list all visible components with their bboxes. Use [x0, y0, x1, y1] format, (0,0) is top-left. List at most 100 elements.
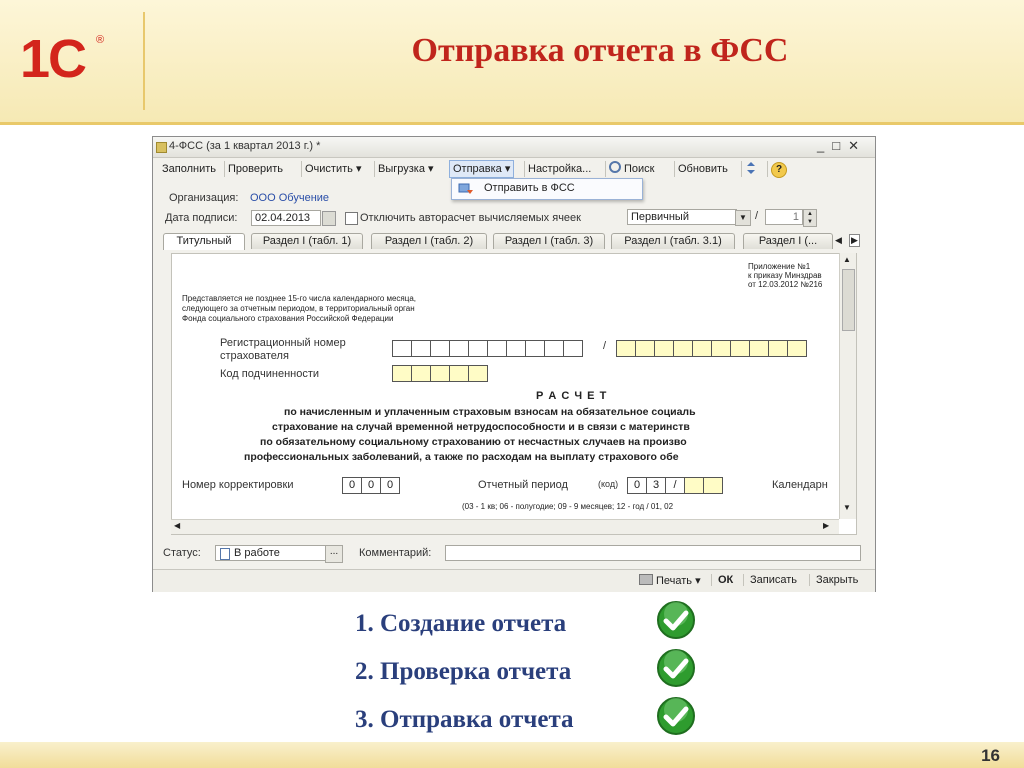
- slide-header: 1С ® Отправка отчета в ФСС: [0, 0, 1024, 125]
- tab-section1-t2[interactable]: Раздел I (табл. 2): [371, 233, 487, 249]
- maximize-button[interactable]: □: [832, 138, 848, 153]
- scroll-thumb[interactable]: [842, 269, 855, 331]
- calendar-icon[interactable]: [322, 211, 336, 226]
- tab-title[interactable]: Титульный: [163, 233, 245, 250]
- period-digit: 0: [627, 477, 647, 494]
- send-button[interactable]: Отправка ▾: [449, 160, 515, 178]
- period-digit: /: [665, 477, 685, 494]
- status-label: Статус:: [163, 547, 201, 559]
- sort-button[interactable]: [741, 161, 760, 177]
- send-to-fss-item[interactable]: Отправить в ФСС: [484, 182, 575, 194]
- close-window-button[interactable]: ✕: [848, 138, 867, 153]
- correction-label: Номер корректировки: [182, 479, 294, 491]
- search-icon: [609, 161, 621, 173]
- window-title: 4-ФСС (за 1 квартал 2013 г.) *: [169, 140, 321, 152]
- report-document: Приложение №1 к приказу Минздрав от 12.0…: [171, 253, 857, 535]
- checkmark-icon: [657, 697, 695, 735]
- appendix-text-1: Приложение №1: [748, 262, 811, 271]
- step-create-report: 1. Создание отчета: [355, 610, 567, 637]
- check-button[interactable]: Проверить: [224, 161, 286, 177]
- settings-button[interactable]: Настройка...: [524, 161, 594, 177]
- comment-input[interactable]: [445, 545, 861, 561]
- autocalc-checkbox[interactable]: [345, 212, 358, 225]
- search-button[interactable]: Поиск: [605, 161, 657, 177]
- ok-button[interactable]: ОК: [711, 574, 733, 586]
- window-titlebar: 4-ФСС (за 1 квартал 2013 г.) * _□✕: [153, 137, 875, 158]
- reg-number-cells-right[interactable]: [616, 340, 807, 357]
- comment-label: Комментарий:: [359, 547, 432, 559]
- period-label: Отчетный период: [478, 479, 568, 491]
- reg-number-label-2: страхователя: [220, 350, 289, 362]
- help-icon: ?: [771, 162, 787, 178]
- subordination-label: Код подчиненности: [220, 368, 320, 380]
- close-button[interactable]: Закрыть: [809, 574, 858, 586]
- note-line-1: Представляется не позднее 15-го числа ка…: [182, 294, 417, 303]
- tab-section1-more[interactable]: Раздел I (...: [743, 233, 833, 249]
- refresh-button[interactable]: Обновить: [674, 161, 731, 177]
- reg-number-slash: /: [603, 340, 607, 352]
- reg-number-label-1: Регистрационный номер: [220, 337, 346, 349]
- print-label: Печать ▾: [656, 575, 701, 587]
- sign-date-label: Дата подписи:: [165, 212, 238, 224]
- scroll-up-icon[interactable]: ▲: [843, 255, 851, 264]
- tab-section1-t31[interactable]: Раздел I (табл. 3.1): [611, 233, 735, 249]
- step-send-report: 3. Отправка отчета: [355, 706, 574, 733]
- status-select-button[interactable]: ...: [325, 545, 343, 563]
- report-type-select[interactable]: Первичный: [627, 209, 737, 225]
- clear-button[interactable]: Очистить ▾: [301, 161, 364, 177]
- slide-footer: 16: [0, 742, 1024, 768]
- window-icon: [156, 142, 167, 153]
- report-slash: /: [755, 210, 759, 222]
- help-button[interactable]: ?: [767, 161, 790, 178]
- autocalc-label: Отключить авторасчет вычисляемых ячеек: [360, 212, 581, 224]
- scroll-right-icon[interactable]: ▶: [823, 521, 829, 530]
- logo-area: 1С ®: [0, 12, 145, 110]
- period-hint: (03 - 1 кв; 06 - полугодие; 09 - 9 месяц…: [462, 502, 674, 511]
- toolbar: Заполнить Проверить Очистить ▾ Выгрузка …: [153, 158, 875, 180]
- minimize-button[interactable]: _: [817, 138, 832, 153]
- scroll-down-icon[interactable]: ▼: [843, 503, 851, 512]
- tab-scroll-left-icon[interactable]: ◀: [835, 235, 842, 246]
- subordination-cells[interactable]: [392, 365, 488, 382]
- heading-line-4: профессиональных заболеваний, а также по…: [244, 451, 679, 463]
- org-label: Организация:: [169, 192, 239, 204]
- scroll-left-icon[interactable]: ◀: [174, 521, 180, 530]
- org-link[interactable]: ООО Обучение: [250, 192, 329, 204]
- note-line-3: Фонда социального страхования Российской…: [182, 314, 394, 323]
- correction-cells[interactable]: 0 0 0: [342, 477, 400, 494]
- sort-arrows-icon: [747, 162, 755, 174]
- tab-section1-t1[interactable]: Раздел I (табл. 1): [251, 233, 363, 249]
- tab-section1-t3[interactable]: Раздел I (табл. 3): [493, 233, 605, 249]
- bottom-bar: Печать ▾ ОК Записать Закрыть: [153, 569, 875, 592]
- calendar-year-label: Календарн: [772, 479, 828, 491]
- checkmark-icon: [657, 601, 695, 639]
- note-line-2: следующего за отчетным периодом, в терри…: [182, 304, 415, 313]
- reg-number-cells-left[interactable]: [392, 340, 583, 357]
- stepper-icon[interactable]: ▲ ▼: [803, 209, 817, 227]
- status-field[interactable]: В работе: [215, 545, 327, 561]
- sign-date-input[interactable]: 02.04.2013: [251, 210, 321, 226]
- heading-line-1: по начисленным и уплаченным страховым вз…: [284, 406, 696, 418]
- send-to-fss-icon: [458, 183, 473, 194]
- document-icon: [220, 548, 230, 560]
- step-check-report: 2. Проверка отчета: [355, 658, 572, 685]
- upload-button[interactable]: Выгрузка ▾: [374, 161, 437, 177]
- checkmark-icon: [657, 649, 695, 687]
- correction-digit: 0: [380, 477, 400, 494]
- correction-digit: 0: [342, 477, 362, 494]
- printer-icon: [639, 574, 653, 585]
- tab-scroll-right-icon[interactable]: ▶: [849, 234, 860, 247]
- save-button[interactable]: Записать: [743, 574, 797, 586]
- appendix-text-2: к приказу Минздрав: [748, 271, 822, 280]
- horizontal-scrollbar[interactable]: ◀ ▶: [171, 519, 839, 534]
- vertical-scrollbar[interactable]: ▲ ▼: [839, 253, 856, 519]
- window-controls: _□✕: [817, 138, 867, 154]
- fill-button[interactable]: Заполнить: [159, 161, 219, 177]
- appendix-text-3: от 12.03.2012 №216: [748, 280, 823, 289]
- raschet-heading: Р А С Ч Е Т: [536, 390, 608, 402]
- chevron-down-icon[interactable]: ▼: [735, 210, 751, 226]
- period-cells[interactable]: 0 3 /: [627, 477, 723, 494]
- page-number: 16: [981, 746, 1000, 765]
- copy-number-input[interactable]: 1: [765, 209, 803, 225]
- print-button[interactable]: Печать ▾: [639, 574, 701, 587]
